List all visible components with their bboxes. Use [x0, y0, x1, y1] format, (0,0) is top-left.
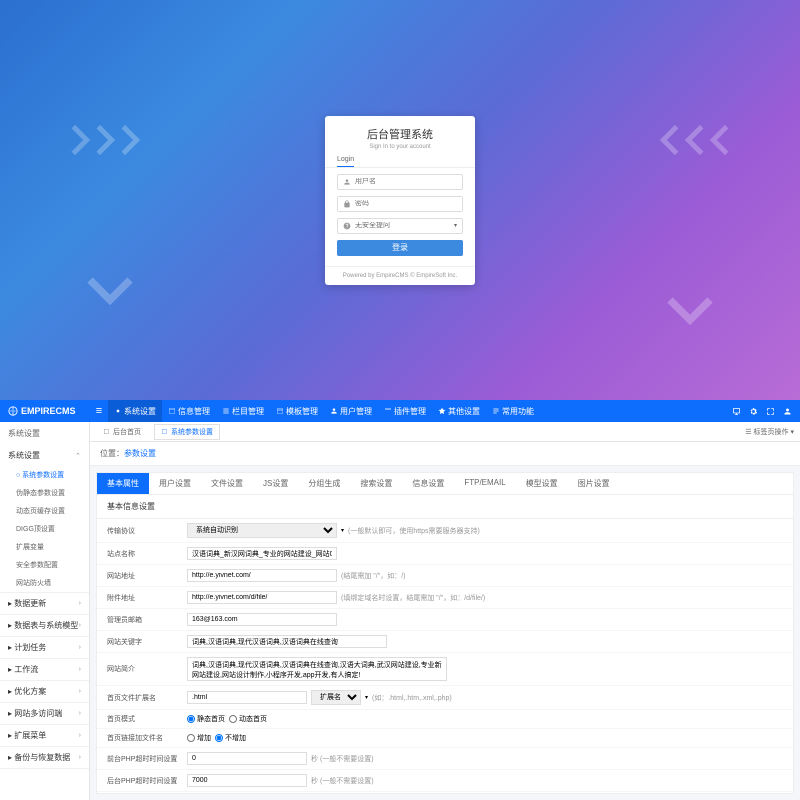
sidebar-group-4[interactable]: ▸ 工作流›: [0, 659, 89, 680]
topnav-3[interactable]: 模板管理: [270, 400, 324, 422]
mode-label: 首页模式: [107, 714, 187, 724]
sidebar-group-2[interactable]: ▸ 数据表与系统模型›: [0, 615, 89, 636]
protocol-select[interactable]: 系统自动识别: [187, 523, 337, 538]
brand-logo: EMPIRECMS: [8, 406, 90, 416]
sidebar-group-6[interactable]: ▸ 网站多访问端›: [0, 703, 89, 724]
keywords-label: 网站关键字: [107, 637, 187, 647]
section-title: 基本信息设置: [97, 495, 793, 519]
breadcrumb: 位置：参数设置: [90, 442, 800, 466]
panel-tab-2[interactable]: 文件设置: [201, 473, 253, 494]
security-question-field[interactable]: 无安全提问 ▾: [337, 218, 463, 234]
password-input[interactable]: [355, 200, 457, 207]
user-icon[interactable]: [783, 407, 792, 416]
content-area: 后台首页系统参数设置 ☰ 标签页操作 ▾ 位置：参数设置 基本属性用户设置文件设…: [90, 422, 800, 800]
top-bar: EMPIRECMS ≡ 系统设置信息管理栏目管理模板管理用户管理插件管理其他设置…: [0, 400, 800, 422]
sidebar-sub-0-1[interactable]: 伪静态参数设置: [0, 484, 89, 502]
addfile-yes-radio[interactable]: 增加: [187, 733, 211, 743]
siteurl-input[interactable]: [187, 569, 337, 582]
panel-tab-3[interactable]: JS设置: [253, 473, 298, 494]
keywords-input[interactable]: [187, 635, 387, 648]
monitor-icon[interactable]: [732, 407, 741, 416]
top-nav: 系统设置信息管理栏目管理模板管理用户管理插件管理其他设置常用功能: [108, 400, 732, 422]
panel-tab-4[interactable]: 分组生成: [298, 473, 350, 494]
panel-tab-9[interactable]: 图片设置: [568, 473, 620, 494]
fileurl-label: 附件地址: [107, 593, 187, 603]
login-subtitle: Sign In to your account: [337, 144, 463, 150]
admin-panel: EMPIRECMS ≡ 系统设置信息管理栏目管理模板管理用户管理插件管理其他设置…: [0, 400, 800, 800]
sidebar-group-3[interactable]: ▸ 计划任务›: [0, 637, 89, 658]
sidebar-group-1[interactable]: ▸ 数据更新›: [0, 593, 89, 614]
login-footer: Powered by EmpireCMS © EmpireSoft Inc.: [325, 266, 475, 285]
panel-tab-8[interactable]: 模型设置: [516, 473, 568, 494]
tab-operations[interactable]: ☰ 标签页操作 ▾: [745, 427, 794, 437]
expand-icon[interactable]: [766, 407, 775, 416]
intro-textarea[interactable]: 词典,汉语词典,现代汉语词典,汉语词典在线查询,汉语大词典,武汉网站建设,专业新…: [187, 657, 447, 681]
page-tabs: 后台首页系统参数设置 ☰ 标签页操作 ▾: [90, 422, 800, 442]
sidebar: 系统设置 系统设置⌃○ 系统参数设置伪静态参数设置动态页缓存设置DIGG顶设置扩…: [0, 422, 90, 800]
ext-label: 首页文件扩展名: [107, 693, 187, 703]
panel-tab-7[interactable]: FTP/EMAIL: [454, 473, 515, 494]
siteurl-label: 网站地址: [107, 571, 187, 581]
topnav-2[interactable]: 栏目管理: [216, 400, 270, 422]
topnav-7[interactable]: 常用功能: [486, 400, 540, 422]
sidebar-sub-0-2[interactable]: 动态页缓存设置: [0, 502, 89, 520]
mode-dynamic-radio[interactable]: 动态首页: [229, 714, 267, 724]
panel-tab-5[interactable]: 搜索设置: [350, 473, 402, 494]
topnav-0[interactable]: 系统设置: [108, 400, 162, 422]
globe-icon: [8, 406, 18, 416]
login-tab[interactable]: Login: [337, 156, 354, 167]
page-tab-0[interactable]: 后台首页: [96, 424, 148, 440]
login-background: 后台管理系统 Sign In to your account Login 无安全…: [0, 0, 800, 400]
lock-icon: [343, 200, 351, 208]
settings-panel: 基本属性用户设置文件设置JS设置分组生成搜索设置信息设置FTP/EMAIL模型设…: [96, 472, 794, 794]
panel-tab-1[interactable]: 用户设置: [149, 473, 201, 494]
ext-select[interactable]: 扩展名: [311, 690, 361, 705]
sidebar-sub-0-3[interactable]: DIGG顶设置: [0, 520, 89, 538]
user-icon: [343, 178, 351, 186]
intro-label: 网站简介: [107, 664, 187, 674]
page-tab-1[interactable]: 系统参数设置: [154, 424, 220, 440]
sidebar-sub-0-5[interactable]: 安全参数配置: [0, 556, 89, 574]
sidebar-group-0[interactable]: 系统设置⌃: [0, 445, 89, 466]
topnav-1[interactable]: 信息管理: [162, 400, 216, 422]
mode-static-radio[interactable]: 静态首页: [187, 714, 225, 724]
bttime-label: 后台PHP超时时间设置: [107, 776, 187, 786]
username-input[interactable]: [355, 178, 457, 185]
panel-tabs: 基本属性用户设置文件设置JS设置分组生成搜索设置信息设置FTP/EMAIL模型设…: [97, 473, 793, 495]
username-field[interactable]: [337, 174, 463, 190]
sidebar-sub-0-4[interactable]: 扩展变量: [0, 538, 89, 556]
sitename-input[interactable]: [187, 547, 337, 560]
email-label: 管理员邮箱: [107, 615, 187, 625]
email-input[interactable]: [187, 613, 337, 626]
sidebar-header: 系统设置: [0, 422, 89, 445]
bttime-input[interactable]: [187, 774, 307, 787]
sidebar-group-5[interactable]: ▸ 优化方案›: [0, 681, 89, 702]
fttime-label: 前台PHP超时时间设置: [107, 754, 187, 764]
help-icon: [343, 222, 351, 230]
fttime-input[interactable]: [187, 752, 307, 765]
topnav-6[interactable]: 其他设置: [432, 400, 486, 422]
protocol-label: 传输协议: [107, 526, 187, 536]
ext-input[interactable]: [187, 691, 307, 704]
password-field[interactable]: [337, 196, 463, 212]
login-card: 后台管理系统 Sign In to your account Login 无安全…: [325, 116, 475, 285]
fileurl-input[interactable]: [187, 591, 337, 604]
sidebar-sub-0-6[interactable]: 网站防火墙: [0, 574, 89, 592]
gear-icon[interactable]: [749, 407, 758, 416]
panel-tab-0[interactable]: 基本属性: [97, 473, 149, 494]
sidebar-sub-0-0[interactable]: ○ 系统参数设置: [0, 466, 89, 484]
login-button[interactable]: 登录: [337, 240, 463, 256]
topnav-4[interactable]: 用户管理: [324, 400, 378, 422]
topnav-5[interactable]: 插件管理: [378, 400, 432, 422]
addfile-no-radio[interactable]: 不增加: [215, 733, 246, 743]
sidebar-group-7[interactable]: ▸ 扩展菜单›: [0, 725, 89, 746]
security-question-select[interactable]: 无安全提问: [355, 222, 450, 229]
addfile-label: 首页链接加文件名: [107, 733, 187, 743]
panel-tab-6[interactable]: 信息设置: [402, 473, 454, 494]
sidebar-group-8[interactable]: ▸ 备份与恢复数据›: [0, 747, 89, 768]
menu-toggle-icon[interactable]: ≡: [90, 405, 108, 417]
login-title: 后台管理系统: [337, 126, 463, 142]
sitename-label: 站点名称: [107, 549, 187, 559]
